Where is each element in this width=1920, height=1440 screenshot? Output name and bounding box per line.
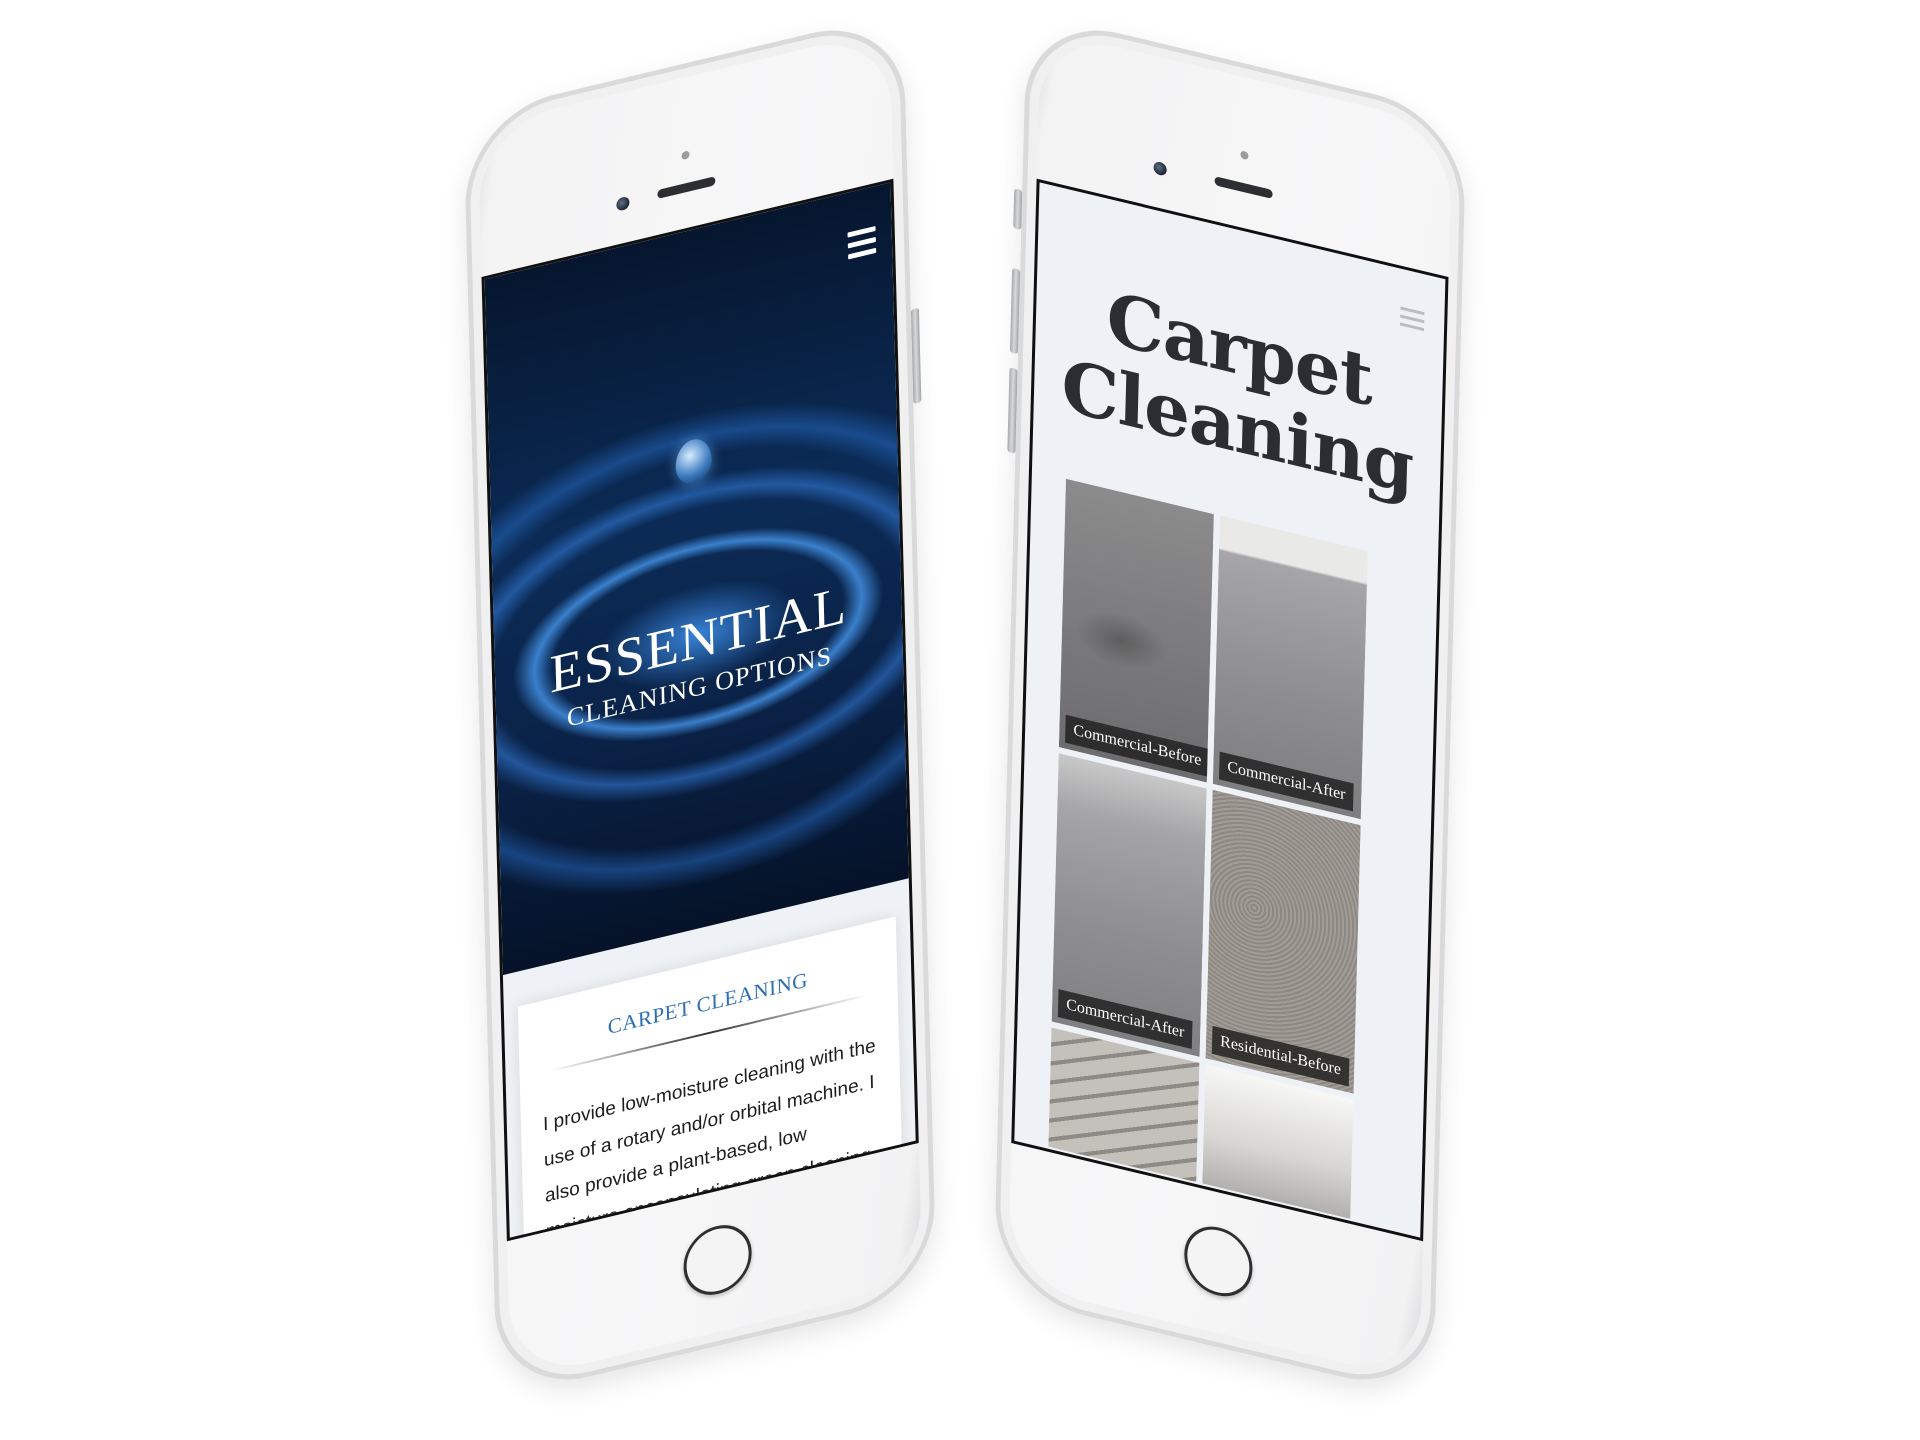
front-camera-icon — [616, 195, 630, 212]
hamburger-menu-icon[interactable] — [847, 225, 877, 265]
gallery-tile[interactable]: Residential-Before — [1205, 789, 1361, 1094]
volume-down-button — [1007, 367, 1018, 454]
earpiece-speaker — [657, 176, 716, 199]
hero-banner: ESSENTIAL CLEANING OPTIONS — [484, 182, 909, 976]
home-button — [682, 1218, 753, 1302]
power-button — [910, 307, 922, 404]
left-screen: ESSENTIAL CLEANING OPTIONS CARPET CLEANI… — [481, 178, 919, 1242]
gallery-tile[interactable]: Commercial-After — [1051, 753, 1207, 1057]
mute-switch — [1013, 188, 1023, 231]
gallery-tile[interactable]: Commercial-After — [1212, 515, 1368, 820]
proximity-sensor — [1240, 150, 1249, 161]
home-button — [1183, 1219, 1254, 1304]
left-phone-mockup: ESSENTIAL CLEANING OPTIONS CARPET CLEANI… — [463, 11, 937, 1399]
gallery-tile[interactable]: Commercial-Before — [1058, 478, 1214, 783]
right-screen: Carpet Cleaning Commercial-Before Commer… — [1011, 178, 1449, 1242]
service-card: CARPET CLEANING I provide low-moisture c… — [517, 916, 906, 1242]
page-title: Carpet Cleaning — [1033, 262, 1443, 514]
right-phone-mockup: Carpet Cleaning Commercial-Before Commer… — [993, 11, 1467, 1399]
hamburger-menu-icon[interactable] — [1399, 306, 1425, 337]
proximity-sensor — [681, 150, 690, 161]
hero-heading: ESSENTIAL CLEANING OPTIONS — [495, 560, 903, 750]
earpiece-speaker — [1214, 176, 1273, 199]
front-camera-icon — [1153, 160, 1167, 177]
water-drop-image — [675, 435, 713, 488]
volume-up-button — [1009, 267, 1021, 355]
